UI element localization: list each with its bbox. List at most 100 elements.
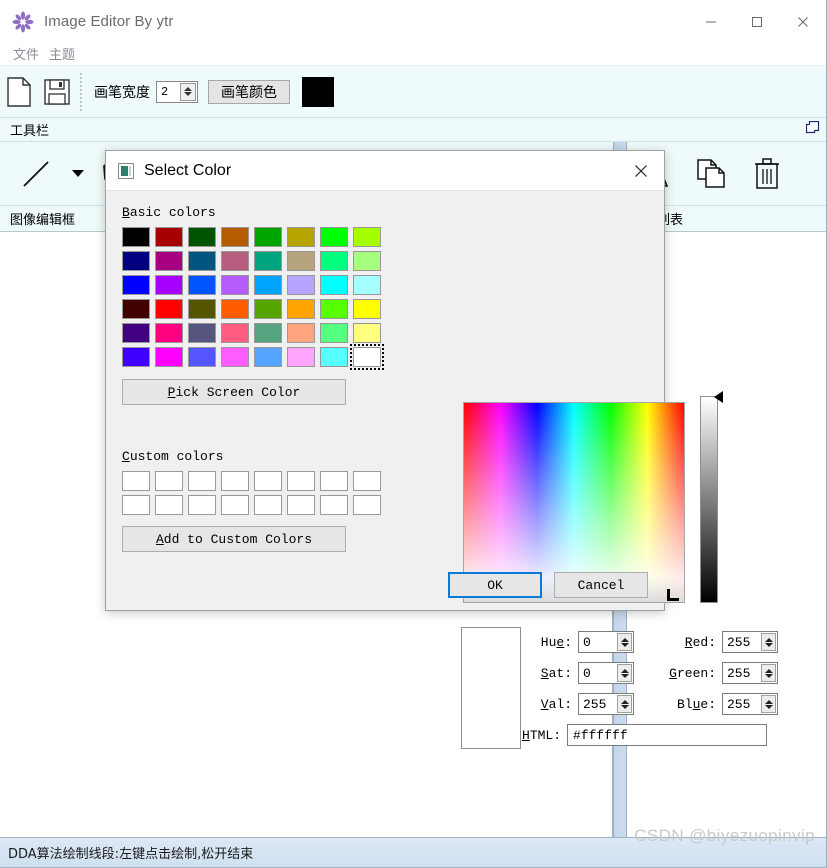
basic-color-swatch[interactable]: [254, 323, 282, 343]
custom-color-slot[interactable]: [221, 495, 249, 515]
minimize-icon[interactable]: [688, 0, 734, 44]
basic-color-swatch[interactable]: [221, 323, 249, 343]
green-spin-arrows[interactable]: [761, 664, 776, 682]
close-icon[interactable]: [780, 0, 826, 44]
basic-color-swatch[interactable]: [188, 227, 216, 247]
line-tool-icon[interactable]: [14, 152, 58, 196]
basic-color-swatch[interactable]: [188, 251, 216, 271]
basic-color-swatch[interactable]: [221, 227, 249, 247]
basic-color-swatch[interactable]: [254, 347, 282, 367]
basic-color-swatch[interactable]: [353, 299, 381, 319]
val-spin-arrows[interactable]: [617, 695, 632, 713]
basic-color-swatch[interactable]: [188, 347, 216, 367]
basic-color-swatch[interactable]: [155, 299, 183, 319]
basic-color-swatch[interactable]: [287, 323, 315, 343]
basic-color-swatch[interactable]: [287, 251, 315, 271]
basic-color-swatch[interactable]: [353, 251, 381, 271]
menu-item-file[interactable]: 文件: [8, 45, 44, 65]
custom-color-slot[interactable]: [188, 471, 216, 491]
basic-color-swatch[interactable]: [254, 275, 282, 295]
new-file-icon[interactable]: [0, 70, 38, 114]
pen-color-button[interactable]: 画笔颜色: [208, 79, 290, 104]
basic-color-swatch[interactable]: [320, 227, 348, 247]
custom-color-slot[interactable]: [287, 471, 315, 491]
blue-spin-arrows[interactable]: [761, 695, 776, 713]
basic-color-swatch[interactable]: [287, 227, 315, 247]
basic-color-swatch[interactable]: [353, 323, 381, 343]
basic-color-swatch[interactable]: [155, 275, 183, 295]
basic-color-swatch[interactable]: [287, 347, 315, 367]
save-floppy-icon[interactable]: [38, 70, 76, 114]
basic-color-swatch[interactable]: [287, 299, 315, 319]
cancel-button[interactable]: Cancel: [554, 572, 648, 598]
basic-color-swatch[interactable]: [122, 227, 150, 247]
custom-color-slot[interactable]: [353, 495, 381, 515]
basic-color-swatch[interactable]: [221, 299, 249, 319]
value-slider-handle-icon[interactable]: [714, 391, 723, 403]
custom-color-slot[interactable]: [254, 495, 282, 515]
red-input[interactable]: 255: [722, 631, 778, 653]
maximize-icon[interactable]: [734, 0, 780, 44]
custom-color-slot[interactable]: [221, 471, 249, 491]
custom-color-slot[interactable]: [320, 495, 348, 515]
custom-color-slot[interactable]: [353, 471, 381, 491]
basic-color-swatch[interactable]: [221, 275, 249, 295]
sat-input[interactable]: 0: [578, 662, 634, 684]
ok-button[interactable]: OK: [448, 572, 542, 598]
basic-color-swatch[interactable]: [320, 299, 348, 319]
custom-color-slot[interactable]: [254, 471, 282, 491]
basic-color-swatch[interactable]: [155, 227, 183, 247]
red-spin-arrows[interactable]: [761, 633, 776, 651]
trash-delete-icon[interactable]: [745, 152, 789, 196]
float-restore-icon[interactable]: [805, 120, 820, 139]
basic-color-swatch[interactable]: [221, 251, 249, 271]
custom-color-slot[interactable]: [122, 471, 150, 491]
basic-colors-grid[interactable]: [122, 227, 648, 370]
add-to-custom-colors-button[interactable]: Add to Custom Colors: [122, 526, 346, 552]
basic-color-swatch[interactable]: [188, 323, 216, 343]
basic-color-swatch[interactable]: [287, 275, 315, 295]
basic-color-swatch[interactable]: [122, 251, 150, 271]
basic-color-swatch[interactable]: [122, 275, 150, 295]
value-slider[interactable]: [700, 396, 718, 603]
custom-color-slot[interactable]: [122, 495, 150, 515]
dialog-close-icon[interactable]: [618, 151, 664, 191]
basic-color-swatch[interactable]: [353, 275, 381, 295]
basic-color-swatch[interactable]: [254, 299, 282, 319]
basic-color-swatch[interactable]: [155, 323, 183, 343]
basic-color-swatch[interactable]: [155, 347, 183, 367]
basic-color-swatch[interactable]: [320, 251, 348, 271]
basic-color-swatch[interactable]: [320, 275, 348, 295]
val-input[interactable]: 255: [578, 693, 634, 715]
basic-color-swatch[interactable]: [254, 251, 282, 271]
html-color-input[interactable]: #ffffff: [567, 724, 768, 746]
custom-color-slot[interactable]: [287, 495, 315, 515]
chevron-down-icon[interactable]: [72, 170, 84, 177]
basic-color-swatch[interactable]: [122, 347, 150, 367]
pen-width-spin-arrows[interactable]: [180, 82, 196, 101]
copy-pages-icon[interactable]: [689, 152, 733, 196]
sat-spin-arrows[interactable]: [617, 664, 632, 682]
pick-screen-color-button[interactable]: Pick Screen Color: [122, 379, 346, 405]
basic-color-swatch[interactable]: [254, 227, 282, 247]
basic-color-swatch[interactable]: [188, 299, 216, 319]
menu-item-theme[interactable]: 主题: [44, 45, 80, 65]
green-input[interactable]: 255: [722, 662, 778, 684]
basic-color-swatch[interactable]: [155, 251, 183, 271]
hue-spin-arrows[interactable]: [617, 633, 632, 651]
custom-color-slot[interactable]: [155, 495, 183, 515]
basic-color-swatch[interactable]: [320, 347, 348, 367]
custom-color-slot[interactable]: [188, 495, 216, 515]
pen-color-swatch[interactable]: [302, 76, 334, 107]
basic-color-swatch[interactable]: [122, 323, 150, 343]
hue-input[interactable]: 0: [578, 631, 634, 653]
basic-color-swatch[interactable]: [221, 347, 249, 367]
custom-color-slot[interactable]: [320, 471, 348, 491]
basic-color-swatch[interactable]: [188, 275, 216, 295]
blue-input[interactable]: 255: [722, 693, 778, 715]
basic-color-swatch[interactable]: [320, 323, 348, 343]
basic-color-swatch[interactable]: [353, 227, 381, 247]
custom-color-slot[interactable]: [155, 471, 183, 491]
basic-color-swatch[interactable]: [350, 344, 384, 370]
sv-crosshair-cursor[interactable]: [667, 587, 681, 601]
